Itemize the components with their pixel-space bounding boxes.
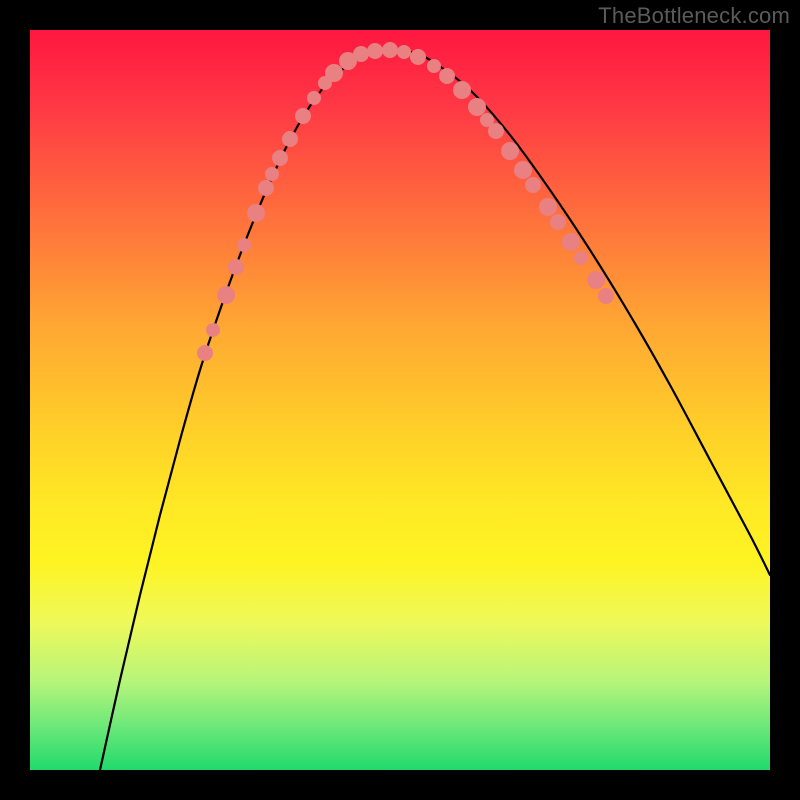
highlight-dot	[598, 288, 614, 304]
highlight-dot	[353, 46, 369, 62]
watermark-text: TheBottleneck.com	[598, 3, 790, 29]
plot-area	[30, 30, 770, 770]
highlight-dot	[501, 142, 519, 160]
highlight-dot	[265, 167, 279, 181]
highlight-dot	[282, 131, 298, 147]
highlight-dot	[453, 81, 471, 99]
highlight-dots	[197, 42, 614, 361]
highlight-dot	[228, 259, 244, 275]
highlight-dot	[574, 251, 588, 265]
highlight-dot	[307, 91, 321, 105]
highlight-dot	[367, 43, 383, 59]
highlight-dot	[525, 177, 541, 193]
highlight-dot	[325, 64, 343, 82]
highlight-dot	[295, 108, 311, 124]
highlight-dot	[247, 204, 265, 222]
highlight-dot	[237, 238, 251, 252]
highlight-dot	[258, 180, 274, 196]
highlight-dot	[439, 68, 455, 84]
highlight-dot	[550, 214, 566, 230]
highlight-dot	[197, 345, 213, 361]
highlight-dot	[587, 271, 605, 289]
highlight-dot	[272, 150, 288, 166]
highlight-dot	[514, 161, 532, 179]
highlight-dot	[206, 323, 220, 337]
highlight-dot	[468, 98, 486, 116]
highlight-dot	[217, 286, 235, 304]
curve-layer	[30, 30, 770, 770]
highlight-dot	[488, 123, 504, 139]
highlight-dot	[382, 42, 398, 58]
highlight-dot	[539, 198, 557, 216]
highlight-dot	[397, 45, 411, 59]
bottleneck-curve	[100, 50, 770, 770]
highlight-dot	[562, 233, 580, 251]
highlight-dot	[410, 49, 426, 65]
highlight-dot	[427, 59, 441, 73]
